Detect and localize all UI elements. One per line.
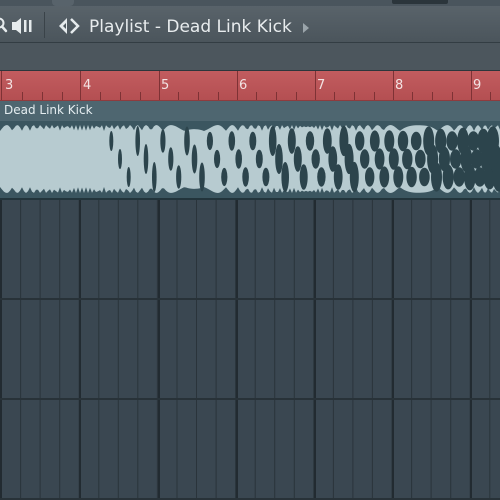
waveform-gap: [442, 164, 454, 190]
ruler-bar-number: 6: [239, 78, 248, 93]
ruler-tick: [80, 71, 81, 100]
ruler-bar-number: 3: [5, 78, 14, 93]
waveform-gap: [275, 144, 283, 174]
waveform-gap: [453, 167, 465, 187]
waveform-gap: [176, 165, 182, 189]
waveform-gap: [191, 144, 198, 174]
waveform-gap: [118, 149, 122, 169]
waveform-gap: [374, 148, 385, 170]
waveform-gap: [450, 149, 462, 169]
waveform-gap: [317, 167, 326, 187]
triangle-right-icon[interactable]: [302, 22, 310, 34]
waveform-gap: [287, 128, 296, 154]
ruler-tick: [452, 92, 453, 100]
waveform-gap: [199, 162, 205, 192]
waveform-gap: [369, 130, 380, 152]
waveform-gap: [333, 164, 343, 190]
waveform-gap: [446, 131, 458, 151]
waveform-gap: [184, 126, 190, 156]
ruler-tick: [374, 92, 375, 100]
waveform-gap: [419, 167, 430, 187]
waveform-gap: [168, 147, 174, 171]
ruler-tick: [62, 92, 63, 100]
magnifier-icon[interactable]: [0, 17, 8, 33]
ruler-tick: [315, 71, 316, 100]
waveform-graphic: [0, 125, 500, 193]
waveform-gap: [160, 129, 166, 153]
ruler-tick: [42, 92, 43, 100]
ruler-tick: [276, 92, 277, 100]
ruler-tick: [256, 92, 257, 100]
waveform-gap: [349, 161, 359, 193]
ruler-tick: [471, 71, 472, 100]
waveform-gap: [249, 131, 257, 151]
waveform-gap: [135, 126, 140, 156]
ruler-tick: [218, 92, 219, 100]
waveform-gap: [402, 148, 413, 170]
timeline-ruler[interactable]: 3 4 5 6 7 8 9: [0, 71, 500, 102]
ruler-tick: [22, 92, 23, 100]
waveform-gap: [393, 166, 404, 188]
ruler-bar-number: 9: [473, 78, 482, 93]
ruler-tick: [393, 71, 394, 100]
audio-clip-header[interactable]: Dead Link Kick: [0, 101, 500, 122]
ruler-tick: [198, 92, 199, 100]
ruler-tick: [120, 92, 121, 100]
waveform-gap: [214, 149, 221, 169]
playlist-titlebar[interactable]: Playlist - Dead Link Kick: [0, 6, 500, 43]
titlebar-separator: [44, 12, 45, 38]
ruler-tick: [490, 92, 491, 100]
waveform-gap: [379, 166, 390, 188]
ruler-tick: [140, 92, 141, 100]
waveform-gap: [126, 167, 131, 187]
waveform-gap: [221, 167, 228, 187]
speaker-wave-icon[interactable]: [12, 17, 36, 35]
ruler-tick: [100, 92, 101, 100]
waveform-gap: [406, 166, 417, 188]
ruler-bar-number: 8: [395, 78, 404, 93]
waveform-gap: [255, 149, 263, 169]
waveform-gap: [397, 130, 409, 152]
ruler-tick: [354, 92, 355, 100]
waveform-gap: [355, 131, 365, 151]
top-slot[interactable]: [392, 0, 448, 4]
waveform-gap: [464, 163, 476, 191]
waveform-gap: [268, 126, 277, 156]
ruler-tick: [1, 71, 2, 100]
grid-lines: [0, 200, 500, 500]
waveform-gap: [410, 131, 422, 151]
waveform-gap: [242, 167, 249, 187]
ruler-tick: [178, 92, 179, 100]
ruler-bar-number: 4: [83, 78, 92, 93]
left-right-arrows-icon[interactable]: [58, 16, 80, 36]
ruler-bar-number: 5: [161, 78, 170, 93]
waveform-gap: [152, 162, 157, 192]
waveform-gap: [365, 167, 375, 187]
waveform-gap: [143, 144, 149, 174]
waveform-gap: [311, 149, 320, 169]
waveform-gap: [109, 131, 114, 151]
ruler-tick: [159, 71, 160, 100]
waveform-gap: [262, 167, 270, 187]
waveform-gap: [360, 149, 370, 169]
playlist-track-grid[interactable]: [0, 200, 500, 500]
window-title: Playlist - Dead Link Kick: [89, 17, 292, 37]
waveform-gap: [299, 164, 308, 190]
waveform-gap: [415, 149, 426, 169]
ruler-tick: [237, 71, 238, 100]
ruler-tick: [296, 92, 297, 100]
audio-clip-name: Dead Link Kick: [4, 103, 93, 117]
playlist-toolbar: [0, 43, 500, 71]
ruler-tick: [334, 92, 335, 100]
waveform-gap: [206, 131, 213, 151]
ruler-tick: [432, 92, 433, 100]
waveform-gap: [228, 131, 236, 151]
ruler-tick: [412, 92, 413, 100]
waveform-gap: [293, 146, 302, 172]
waveform-gap: [235, 149, 242, 169]
ruler-bar-number: 7: [317, 78, 326, 93]
waveform-gap: [305, 131, 315, 151]
waveform-gap: [281, 162, 290, 192]
audio-clip-waveform[interactable]: [0, 121, 500, 200]
